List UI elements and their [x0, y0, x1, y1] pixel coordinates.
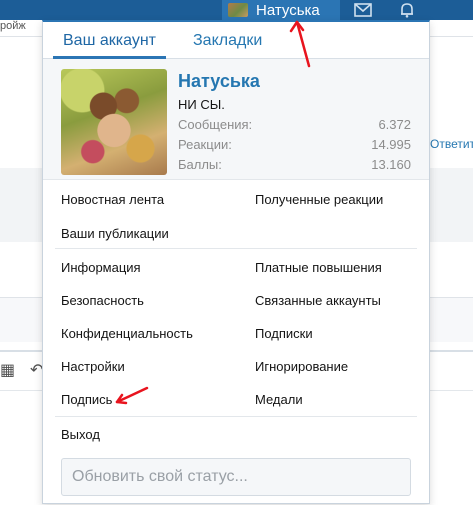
tab-your-account[interactable]: Ваш аккаунт: [53, 22, 166, 59]
menu-item-security[interactable]: Безопасность: [61, 293, 144, 308]
menu-item-your-posts[interactable]: Ваши публикации: [61, 226, 169, 241]
menu-item-privacy[interactable]: Конфиденциальность: [61, 326, 193, 341]
menu-item-preferences[interactable]: Настройки: [61, 359, 125, 374]
tab-bookmarks[interactable]: Закладки: [183, 22, 272, 58]
bell-icon[interactable]: [390, 0, 424, 20]
stat-value-messages: 6.372: [378, 117, 411, 132]
stat-value-points: 13.160: [371, 157, 411, 172]
menu-item-paid-upgrades[interactable]: Платные повышения: [255, 260, 382, 275]
menu-caret: [284, 14, 296, 20]
menu-divider: [55, 416, 417, 417]
menu-item-medals[interactable]: Медали: [255, 392, 303, 407]
menu-item-information[interactable]: Информация: [61, 260, 141, 275]
profile-summary: Натуська НИ СЫ. Сообщения: 6.372 Реакции…: [43, 59, 429, 180]
menu-item-ignoring[interactable]: Игнорирование: [255, 359, 348, 374]
menu-item-news-feed[interactable]: Новостная лента: [61, 192, 164, 207]
profile-user-title: НИ СЫ.: [178, 97, 225, 112]
menu-tabs: Ваш аккаунт Закладки: [43, 22, 429, 59]
profile-avatar[interactable]: [61, 69, 167, 175]
mail-icon[interactable]: [346, 0, 380, 20]
account-nav-button[interactable]: Натуська: [222, 0, 340, 20]
menu-item-logout[interactable]: Выход: [61, 427, 100, 442]
menu-item-signature[interactable]: Подпись: [61, 392, 112, 407]
account-dropdown-menu: Ваш аккаунт Закладки Натуська НИ СЫ. Соо…: [42, 20, 430, 504]
profile-name[interactable]: Натуська: [178, 71, 260, 92]
menu-divider: [55, 248, 417, 249]
menu-item-following[interactable]: Подписки: [255, 326, 313, 341]
background-text-snippet: ройж: [0, 20, 26, 32]
menu-item-received-reactions[interactable]: Полученные реакции: [255, 192, 383, 207]
avatar-icon: [228, 3, 248, 17]
background-reply-link[interactable]: Ответить: [430, 137, 473, 151]
stat-value-reactions: 14.995: [371, 137, 411, 152]
stat-label-reactions: Реакции:: [178, 137, 232, 152]
stat-label-messages: Сообщения:: [178, 117, 253, 132]
status-update-input[interactable]: [61, 458, 411, 496]
table-icon[interactable]: ▦: [0, 360, 15, 380]
menu-item-connected-accounts[interactable]: Связанные аккаунты: [255, 293, 381, 308]
stat-label-points: Баллы:: [178, 157, 222, 172]
